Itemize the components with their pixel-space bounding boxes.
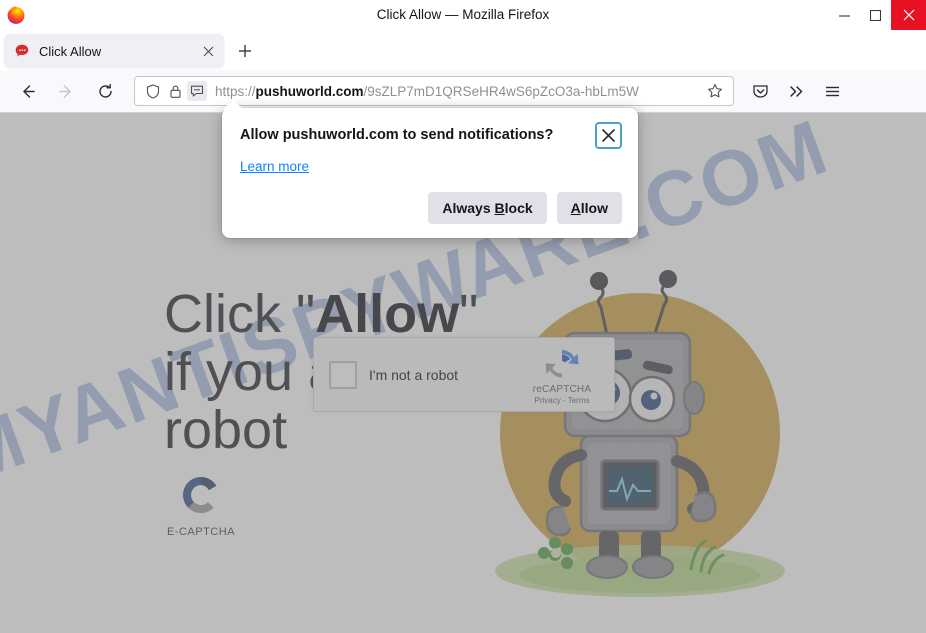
window-titlebar: Click Allow — Mozilla Firefox [0,0,926,30]
allow-button[interactable]: Allow [556,192,622,224]
tab-title: Click Allow [39,43,102,59]
tab-close-icon[interactable] [198,41,218,61]
notification-permission-dialog: Allow pushuworld.com to send notificatio… [222,108,638,238]
hamburger-menu-icon[interactable] [816,75,848,107]
url-host: pushuworld.com [255,83,364,99]
doorhanger-arrow [222,100,244,110]
url-path: /9sZLP7mD1QRSeHR4wS6pZcO3a-hbLm5W [363,83,639,99]
double-chevron-overflow-icon[interactable] [780,75,812,107]
tracking-protection-shield-icon[interactable] [143,81,163,101]
new-tab-plus-icon[interactable] [230,36,260,66]
minimize-icon[interactable] [829,0,860,30]
navigation-toolbar: https://pushuworld.com/9sZLP7mD1QRSeHR4w… [0,70,926,113]
doorhanger-header: Allow pushuworld.com to send notificatio… [240,122,622,149]
reload-icon[interactable] [88,75,122,107]
firefox-browser-window: Click Allow — Mozilla Firefox Click Allo… [0,0,926,633]
url-scheme: https:// [215,83,256,99]
close-icon[interactable] [891,0,926,30]
notification-permission-icon[interactable] [187,81,207,101]
always-block-suffix: lock [504,200,533,216]
doorhanger-actions: Always Block Allow [240,192,622,224]
browser-tab[interactable]: Click Allow [4,34,224,68]
doorhanger-close-icon[interactable] [595,122,622,149]
always-block-prefix: Always [442,200,495,216]
window-controls [829,0,926,30]
pocket-save-icon[interactable] [744,75,776,107]
allow-accesskey: A [570,200,581,216]
back-arrow-icon[interactable] [10,75,44,107]
site-favicon-icon [14,43,30,59]
doorhanger-title: Allow pushuworld.com to send notificatio… [240,127,554,143]
maximize-icon[interactable] [860,0,891,30]
always-block-accesskey: B [494,200,505,216]
firefox-logo-icon [6,5,26,25]
forward-arrow-icon[interactable] [49,75,83,107]
toolbar-icons [744,75,848,107]
allow-suffix: llow [580,200,608,216]
window-title: Click Allow — Mozilla Firefox [376,7,550,22]
tab-strip: Click Allow [0,30,926,70]
bookmark-star-icon[interactable] [705,81,725,101]
connection-lock-icon[interactable] [165,81,185,101]
url-text: https://pushuworld.com/9sZLP7mD1QRSeHR4w… [215,84,703,99]
always-block-button[interactable]: Always Block [428,192,547,224]
learn-more-link[interactable]: Learn more [240,159,309,174]
